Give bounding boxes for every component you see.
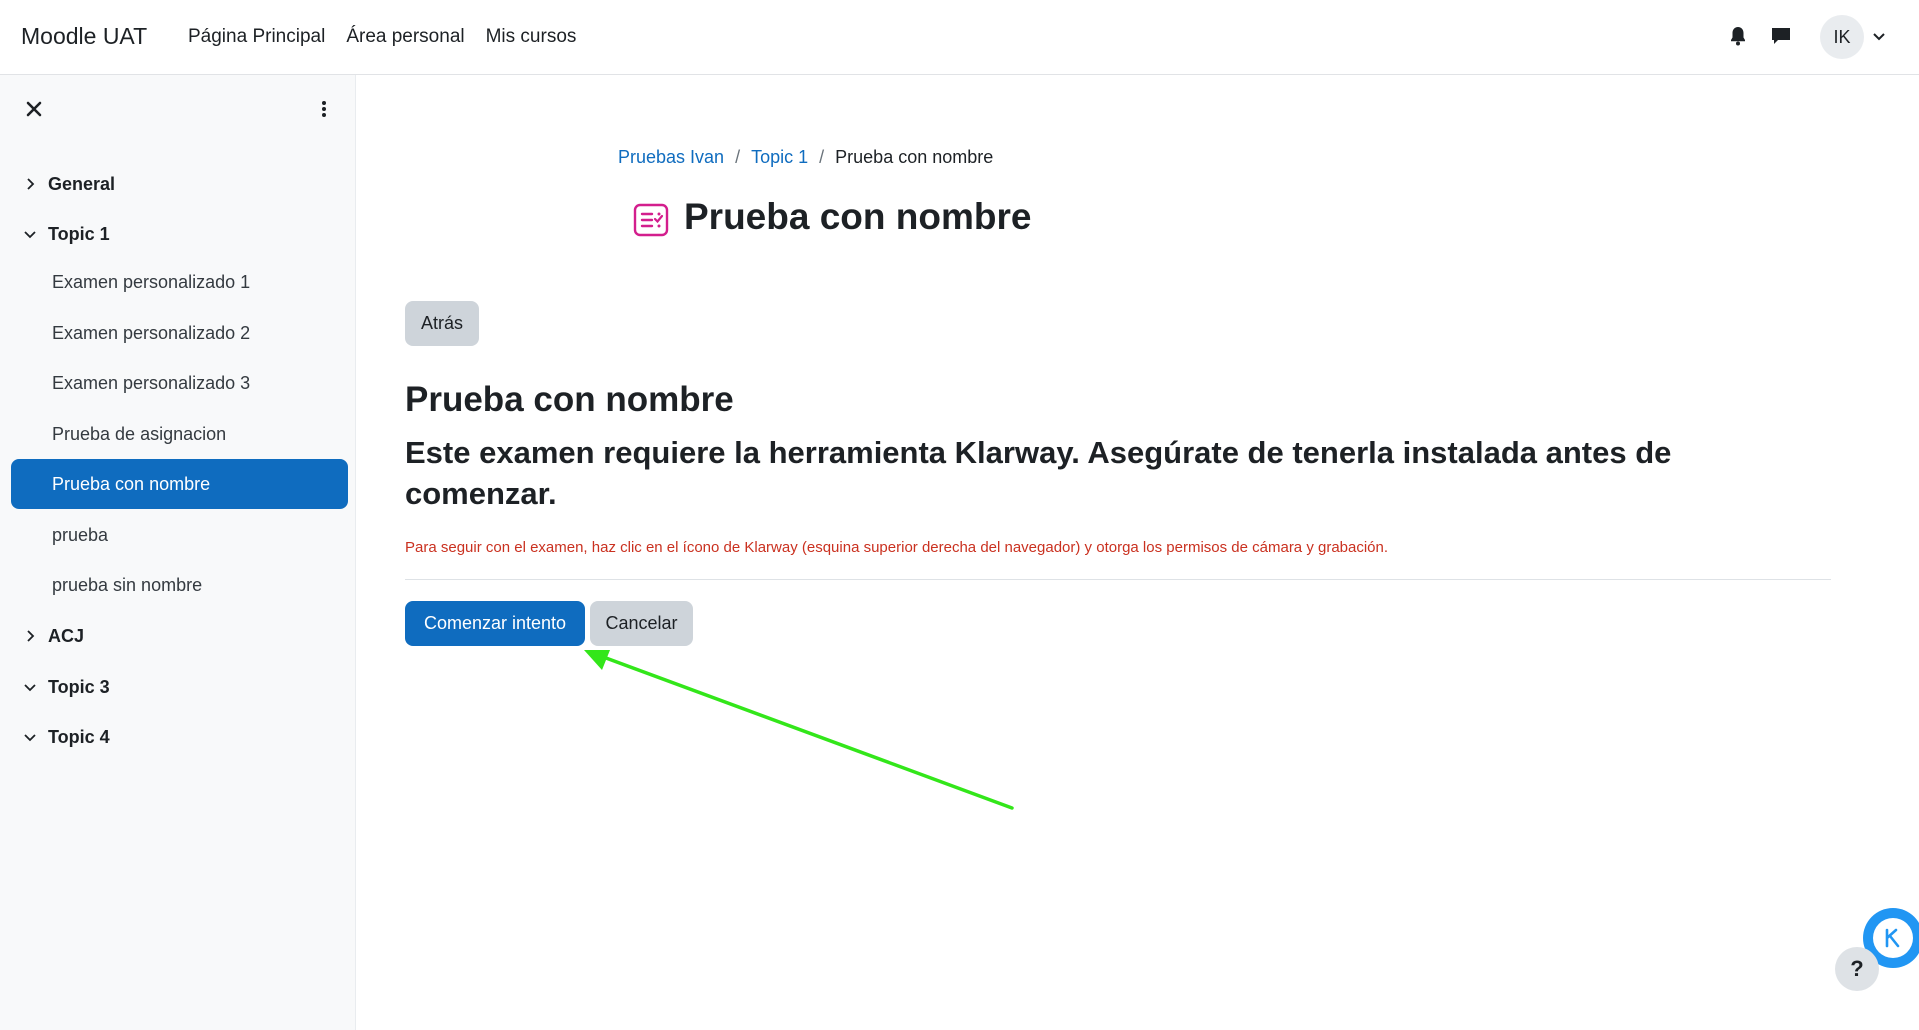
breadcrumb-separator: / [819, 147, 825, 167]
chevron-right-icon [27, 630, 35, 642]
chat-icon[interactable] [1769, 24, 1793, 48]
site-brand[interactable]: Moodle UAT [21, 23, 147, 50]
chevron-down-icon [24, 734, 36, 742]
section-topic-1[interactable]: Topic 1 [22, 218, 110, 250]
section-label: ACJ [48, 625, 85, 646]
sidebar-item-examen-personalizado-2[interactable]: Examen personalizado 2 [11, 308, 348, 358]
sidebar-item-prueba-con-nombre[interactable]: Prueba con nombre [11, 459, 348, 509]
section-acj[interactable]: ACJ [22, 620, 84, 652]
bell-icon[interactable] [1726, 24, 1750, 48]
nav-home[interactable]: Página Principal [188, 26, 325, 48]
help-button[interactable]: ? [1835, 947, 1879, 991]
nav-dashboard[interactable]: Área personal [346, 26, 464, 48]
breadcrumb-separator: / [735, 147, 741, 167]
divider [405, 579, 1831, 580]
breadcrumb-link-topic[interactable]: Topic 1 [751, 147, 808, 168]
sidebar-item-examen-personalizado-3[interactable]: Examen personalizado 3 [11, 358, 348, 408]
more-options-icon[interactable] [314, 99, 334, 119]
chevron-down-icon [24, 231, 36, 239]
section-general[interactable]: General [22, 168, 115, 200]
annotation-arrow [584, 650, 1014, 810]
sidebar-item-prueba-sin-nombre[interactable]: prueba sin nombre [11, 560, 348, 610]
chevron-right-icon [27, 178, 35, 190]
back-button[interactable]: Atrás [405, 301, 479, 346]
close-icon[interactable] [24, 99, 44, 119]
primary-navigation: Página Principal Área personal Mis curso… [188, 26, 576, 48]
klarway-notice: Para seguir con el examen, haz clic en e… [405, 539, 1389, 556]
section-label: General [48, 173, 116, 194]
top-navbar: Moodle UAT Página Principal Área persona… [0, 0, 1919, 75]
klarway-icon [1873, 918, 1913, 958]
section-label: Topic 1 [48, 223, 110, 244]
sidebar-item-prueba-de-asignacion[interactable]: Prueba de asignacion [11, 409, 348, 459]
chevron-down-icon [24, 684, 36, 692]
breadcrumb-link-course[interactable]: Pruebas Ivan [618, 147, 724, 168]
section-topic-3[interactable]: Topic 3 [22, 671, 110, 703]
user-avatar[interactable]: IK [1820, 15, 1864, 59]
section-label: Topic 3 [48, 676, 110, 697]
chevron-down-icon[interactable] [1871, 28, 1887, 44]
breadcrumb: Pruebas Ivan / Topic 1 / Prueba con nomb… [618, 147, 993, 168]
quiz-icon [633, 203, 669, 237]
sidebar-item-examen-personalizado-1[interactable]: Examen personalizado 1 [11, 257, 348, 307]
quiz-intro: Este examen requiere la herramienta Klar… [405, 435, 1672, 511]
section-label: Topic 4 [48, 726, 110, 747]
nav-my-courses[interactable]: Mis cursos [486, 26, 577, 48]
breadcrumb-current: Prueba con nombre [835, 147, 994, 167]
section-topic-4[interactable]: Topic 4 [22, 721, 110, 753]
page-title: Prueba con nombre [684, 196, 1032, 237]
sidebar-item-prueba[interactable]: prueba [11, 510, 348, 560]
course-index-drawer: General Topic 1 Examen personalizado 1 E… [0, 75, 356, 1030]
quiz-heading: Prueba con nombre [405, 380, 734, 419]
start-attempt-button[interactable]: Comenzar intento [405, 601, 585, 646]
